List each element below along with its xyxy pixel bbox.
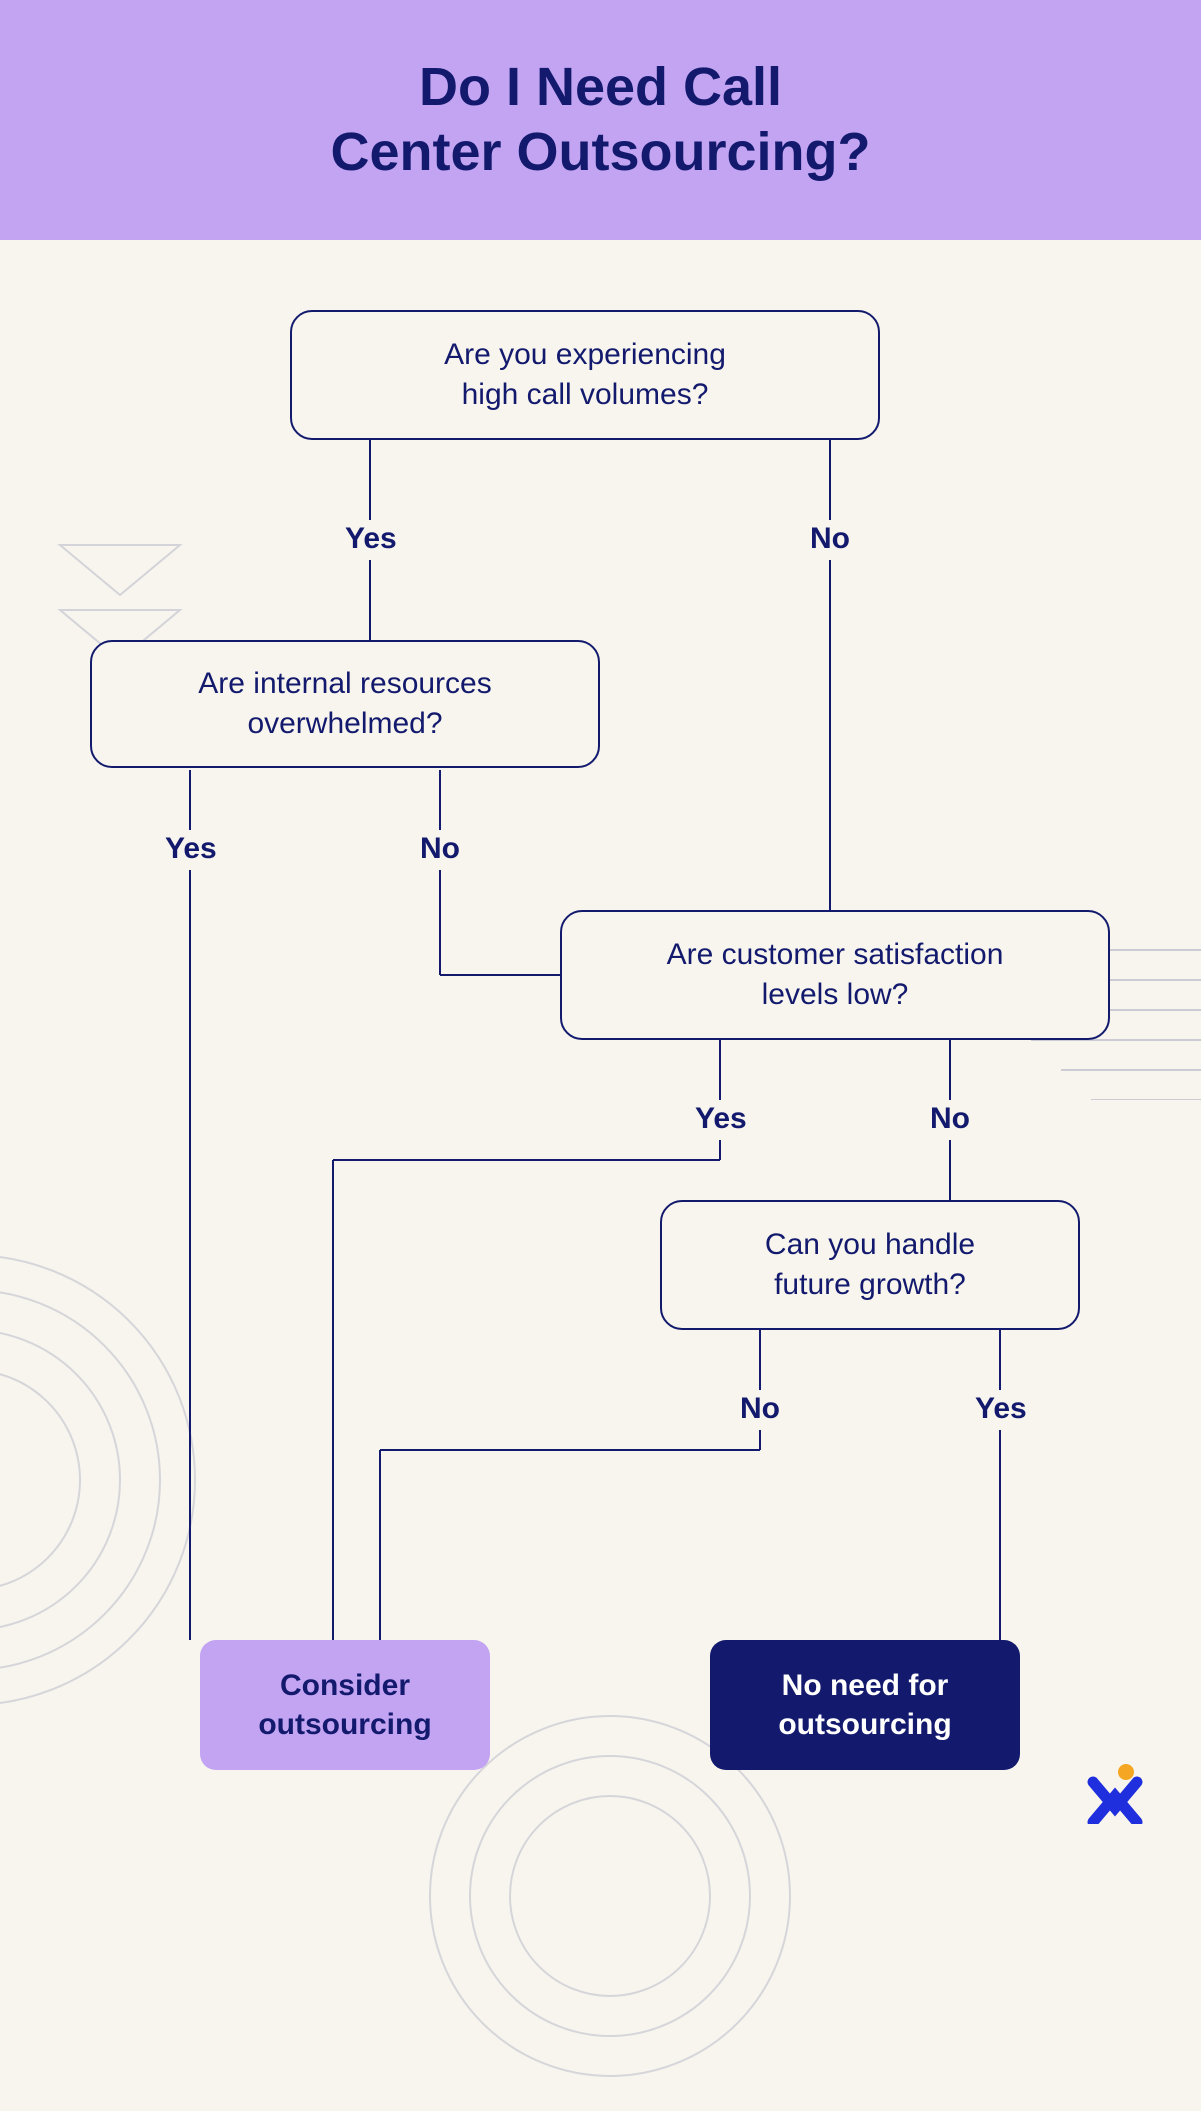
q1-no-label: No	[810, 522, 850, 556]
decorative-circles-left-icon	[0, 1250, 200, 1715]
result-consider-outsourcing: Consider outsourcing	[200, 1640, 490, 1770]
q2-line1: Are internal resources	[198, 667, 491, 700]
q3-line1: Are customer satisfaction	[667, 938, 1004, 971]
page-title: Do I Need Call Center Outsourcing?	[330, 55, 870, 185]
result-noneed-line2: outsourcing	[778, 1708, 951, 1741]
q2-line2: overwhelmed?	[247, 707, 442, 740]
q1-yes-label: Yes	[345, 522, 397, 556]
q3-no-label: No	[930, 1102, 970, 1136]
result-consider-line1: Consider	[280, 1669, 410, 1702]
q2-no-label: No	[420, 832, 460, 866]
decision-q4: Can you handle future growth?	[660, 1200, 1080, 1330]
decision-q3: Are customer satisfaction levels low?	[560, 910, 1110, 1040]
page-title-line1: Do I Need Call	[419, 57, 782, 117]
brand-logo-icon	[1087, 1764, 1143, 1829]
q4-no-label: No	[740, 1392, 780, 1426]
decision-q2: Are internal resources overwhelmed?	[90, 640, 600, 768]
page-title-line2: Center Outsourcing?	[330, 122, 870, 182]
header-banner: Do I Need Call Center Outsourcing?	[0, 0, 1201, 240]
q3-yes-label: Yes	[695, 1102, 747, 1136]
q1-line1: Are you experiencing	[444, 338, 726, 371]
q4-line1: Can you handle	[765, 1228, 975, 1261]
q4-line2: future growth?	[774, 1268, 966, 1301]
result-no-need: No need for outsourcing	[710, 1640, 1020, 1770]
result-consider-line2: outsourcing	[258, 1708, 431, 1741]
result-noneed-line1: No need for	[782, 1669, 949, 1702]
q3-line2: levels low?	[762, 978, 909, 1011]
q1-line2: high call volumes?	[462, 378, 709, 411]
q4-yes-label: Yes	[975, 1392, 1027, 1426]
flowchart-canvas: Are you experiencing high call volumes? …	[0, 240, 1201, 1871]
decision-q1: Are you experiencing high call volumes?	[290, 310, 880, 440]
q2-yes-label: Yes	[165, 832, 217, 866]
